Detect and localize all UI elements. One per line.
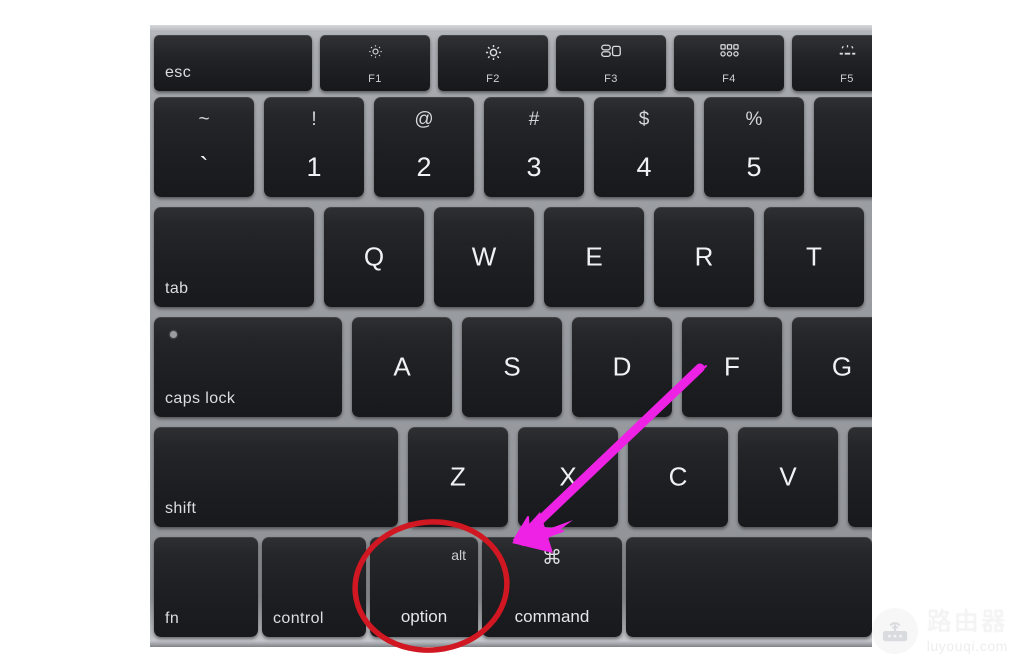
key-t-label: T <box>806 241 822 272</box>
key-option-label: option <box>400 607 448 626</box>
key-a-label: A <box>393 351 411 382</box>
key-f3[interactable]: F3 <box>556 35 666 91</box>
key-q[interactable]: Q <box>324 207 424 307</box>
watermark-url: luyouqi.com <box>926 637 1008 654</box>
key-f5-caption: F5 <box>840 73 854 85</box>
key-c-label: C <box>668 461 688 492</box>
brightness-low-icon <box>320 44 430 62</box>
key-f1-caption: F1 <box>368 73 382 85</box>
key-option-alt-label: alt <box>451 547 466 563</box>
key-s[interactable]: S <box>462 317 562 417</box>
macbook-keyboard: esc F1 F2 F3 F4 F5 ~ ` ! 1 @ 2 # 3 $ 4 %… <box>150 25 872 647</box>
key-tab[interactable]: tab <box>154 207 314 307</box>
key-c[interactable]: C <box>628 427 728 527</box>
watermark-title: 路由器 <box>926 607 1008 636</box>
key-command[interactable]: ⌘ command <box>482 537 622 637</box>
key-z-label: Z <box>450 461 466 492</box>
key-x-label: X <box>559 461 577 492</box>
key-esc[interactable]: esc <box>154 35 312 91</box>
key-caps-lock-label: caps lock <box>165 390 236 407</box>
key-f2[interactable]: F2 <box>438 35 548 91</box>
key-e-label: E <box>585 241 603 272</box>
key-q-label: Q <box>363 241 385 272</box>
key-5-lower: 5 <box>746 152 762 182</box>
key-grave-lower: ` <box>199 152 209 182</box>
key-d-label: D <box>612 351 632 382</box>
key-fn[interactable]: fn <box>154 537 258 637</box>
key-f3-caption: F3 <box>604 73 618 85</box>
key-shift[interactable]: shift <box>154 427 398 527</box>
launchpad-icon <box>674 44 784 61</box>
watermark: 路由器 luyouqi.com <box>871 607 1008 654</box>
key-control[interactable]: control <box>262 537 366 637</box>
key-f2-caption: F2 <box>486 73 500 85</box>
caps-lock-led-icon <box>170 331 177 338</box>
key-3[interactable]: # 3 <box>484 97 584 197</box>
key-x[interactable]: X <box>518 427 618 527</box>
key-2-lower: 2 <box>416 152 432 182</box>
key-t[interactable]: T <box>764 207 864 307</box>
key-v-label: V <box>779 461 797 492</box>
mission-control-icon <box>556 44 666 61</box>
key-2[interactable]: @ 2 <box>374 97 474 197</box>
key-6-partial[interactable] <box>814 97 872 197</box>
key-5[interactable]: % 5 <box>704 97 804 197</box>
key-control-label: control <box>273 610 324 627</box>
key-grave[interactable]: ~ ` <box>154 97 254 197</box>
key-4[interactable]: $ 4 <box>594 97 694 197</box>
key-1-lower: 1 <box>306 152 322 182</box>
key-esc-label: esc <box>165 64 192 81</box>
key-s-label: S <box>503 351 521 382</box>
key-w[interactable]: W <box>434 207 534 307</box>
key-shift-label: shift <box>165 500 197 517</box>
keyboard-photo: esc F1 F2 F3 F4 F5 ~ ` ! 1 @ 2 # 3 $ 4 %… <box>0 0 1022 664</box>
key-f4[interactable]: F4 <box>674 35 784 91</box>
key-e[interactable]: E <box>544 207 644 307</box>
key-a[interactable]: A <box>352 317 452 417</box>
key-f[interactable]: F <box>682 317 782 417</box>
key-fn-label: fn <box>165 610 180 627</box>
key-f-label: F <box>724 351 740 382</box>
brightness-high-icon <box>438 44 548 64</box>
key-4-lower: 4 <box>636 152 652 182</box>
router-icon <box>871 608 918 654</box>
key-f1[interactable]: F1 <box>320 35 430 91</box>
key-command-label: command <box>514 607 590 626</box>
key-grave-upper: ~ <box>198 109 210 130</box>
key-g-label: G <box>831 351 853 382</box>
key-1-upper: ! <box>311 109 317 130</box>
key-g[interactable]: G <box>792 317 872 417</box>
key-option[interactable]: alt option <box>370 537 478 637</box>
key-1[interactable]: ! 1 <box>264 97 364 197</box>
key-z[interactable]: Z <box>408 427 508 527</box>
key-2-upper: @ <box>414 109 434 130</box>
key-f4-caption: F4 <box>722 73 736 85</box>
key-d[interactable]: D <box>572 317 672 417</box>
key-3-lower: 3 <box>526 152 542 182</box>
key-r[interactable]: R <box>654 207 754 307</box>
key-space[interactable] <box>626 537 872 637</box>
key-b-partial[interactable] <box>848 427 872 527</box>
command-symbol-icon: ⌘ <box>542 547 562 569</box>
key-v[interactable]: V <box>738 427 838 527</box>
key-f5[interactable]: F5 <box>792 35 872 91</box>
keyboard-backlight-icon <box>792 44 872 61</box>
key-3-upper: # <box>528 109 540 130</box>
key-4-upper: $ <box>638 109 650 130</box>
key-r-label: R <box>694 241 714 272</box>
key-w-label: W <box>471 241 497 272</box>
key-5-upper: % <box>745 109 763 130</box>
key-caps-lock[interactable]: caps lock <box>154 317 342 417</box>
key-tab-label: tab <box>165 280 189 297</box>
